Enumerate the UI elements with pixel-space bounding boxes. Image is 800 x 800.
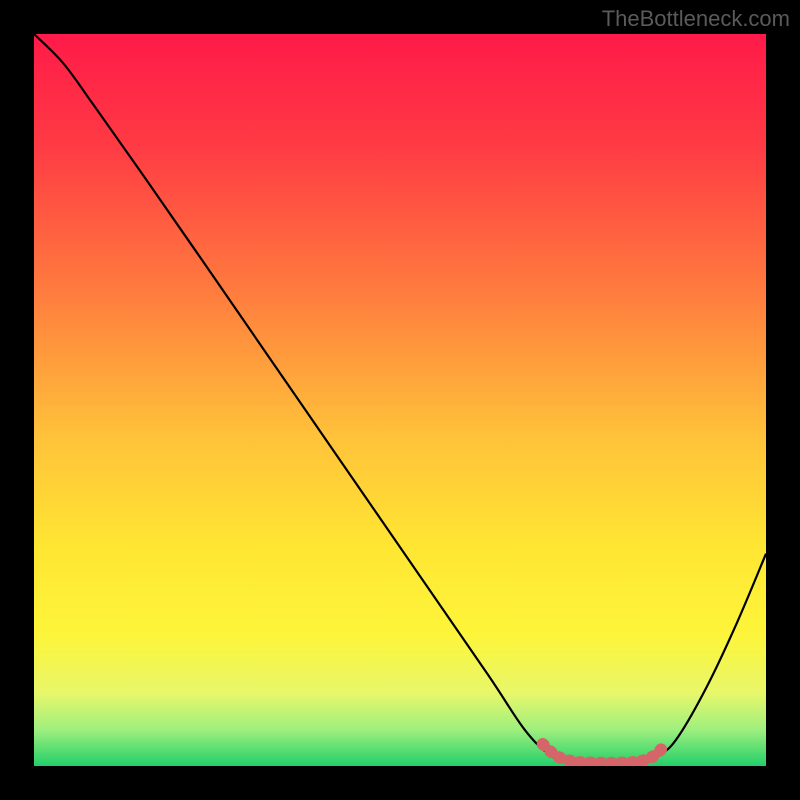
watermark-text: TheBottleneck.com — [602, 6, 790, 32]
chart-svg — [34, 34, 766, 766]
chart-background — [34, 34, 766, 766]
chart-plot-area — [34, 34, 766, 766]
